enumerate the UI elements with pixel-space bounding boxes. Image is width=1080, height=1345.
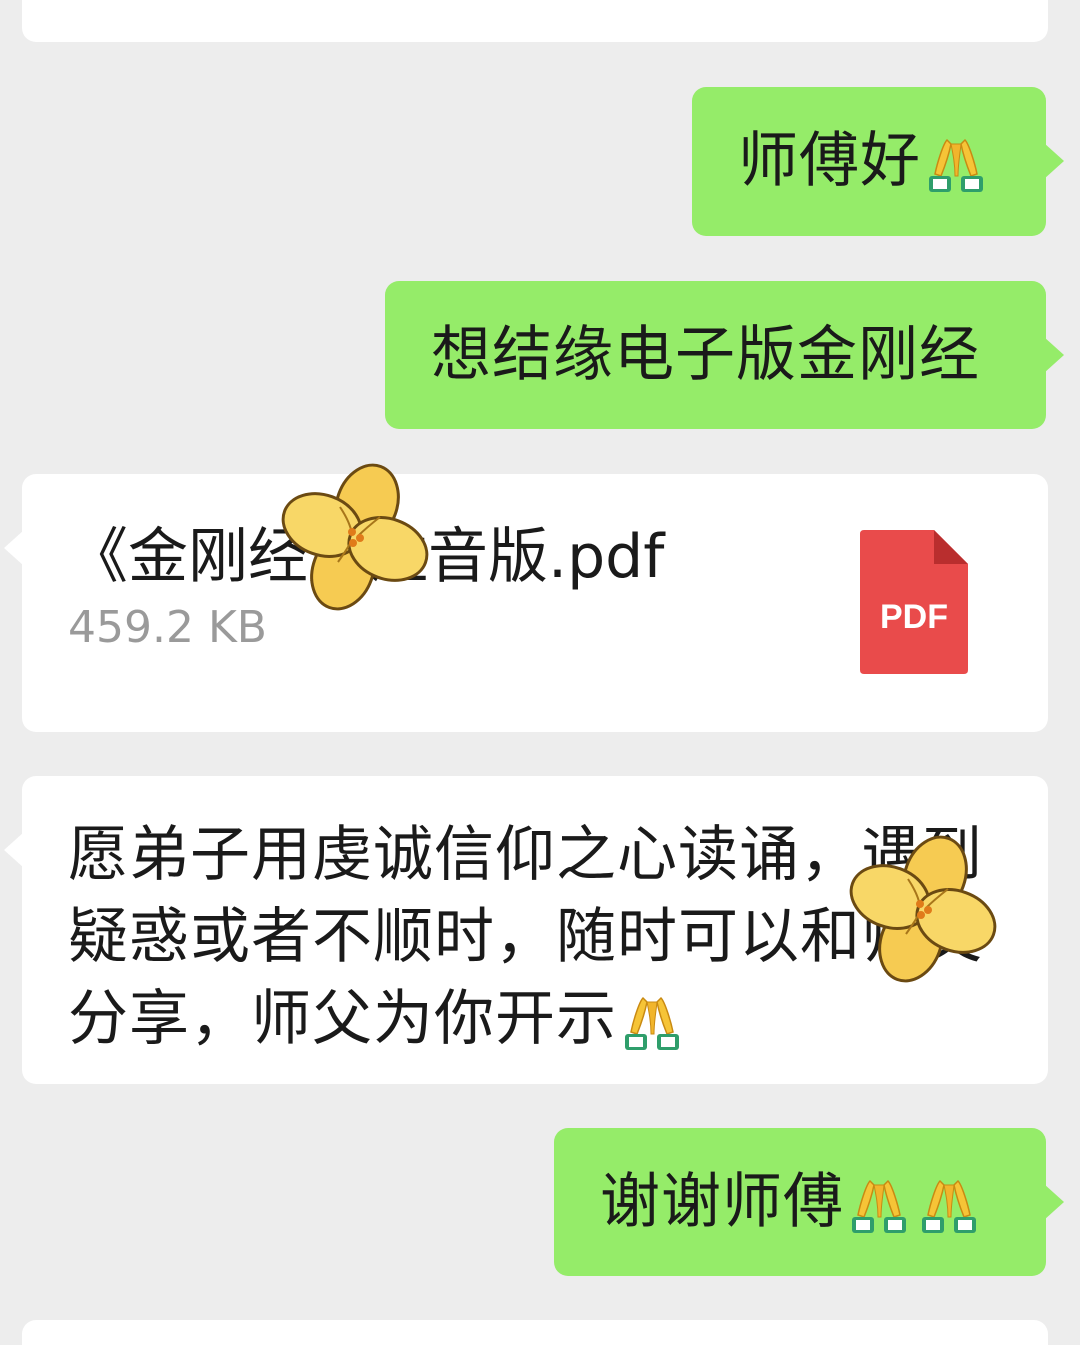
chat-window: 师傅好 想结缘电子版金刚经 《金刚经》注音版.pdf 459.2 KB PDF … — [0, 0, 1080, 1345]
sent-message-bubble[interactable]: 谢谢师傅 — [554, 1128, 1064, 1276]
message-text: 想结缘电子版金刚经 — [431, 320, 980, 390]
flower-sticker-icon — [848, 834, 998, 984]
pdf-icon-label: PDF — [880, 598, 948, 636]
previous-message-bubble[interactable] — [22, 0, 1048, 42]
folded-hands-icon — [624, 997, 680, 1052]
sent-message-bubble[interactable]: 师傅好 — [692, 87, 1064, 236]
folded-hands-icon — [851, 1180, 907, 1235]
sent-message-bubble[interactable]: 想结缘电子版金刚经 — [385, 281, 1064, 429]
message-text: 师傅好 — [738, 120, 998, 202]
message-text-content: 师傅好 — [738, 126, 921, 196]
file-message-card[interactable]: 《金刚经》注音版.pdf 459.2 KB PDF — [4, 474, 1048, 732]
message-text-content: 愿弟子用虔诚信仰之心读诵，遇到疑惑或者不顺时，随时可以和师父分享，师父为你开示 — [68, 820, 983, 1054]
flower-sticker-icon — [280, 462, 430, 612]
folded-hands-icon — [921, 1180, 977, 1235]
folded-hands-icon — [928, 139, 984, 194]
pdf-file-icon: PDF — [860, 530, 968, 674]
message-text: 谢谢师傅 — [600, 1161, 1006, 1243]
next-message-bubble[interactable] — [22, 1320, 1048, 1345]
message-text-content: 谢谢师傅 — [600, 1167, 844, 1237]
